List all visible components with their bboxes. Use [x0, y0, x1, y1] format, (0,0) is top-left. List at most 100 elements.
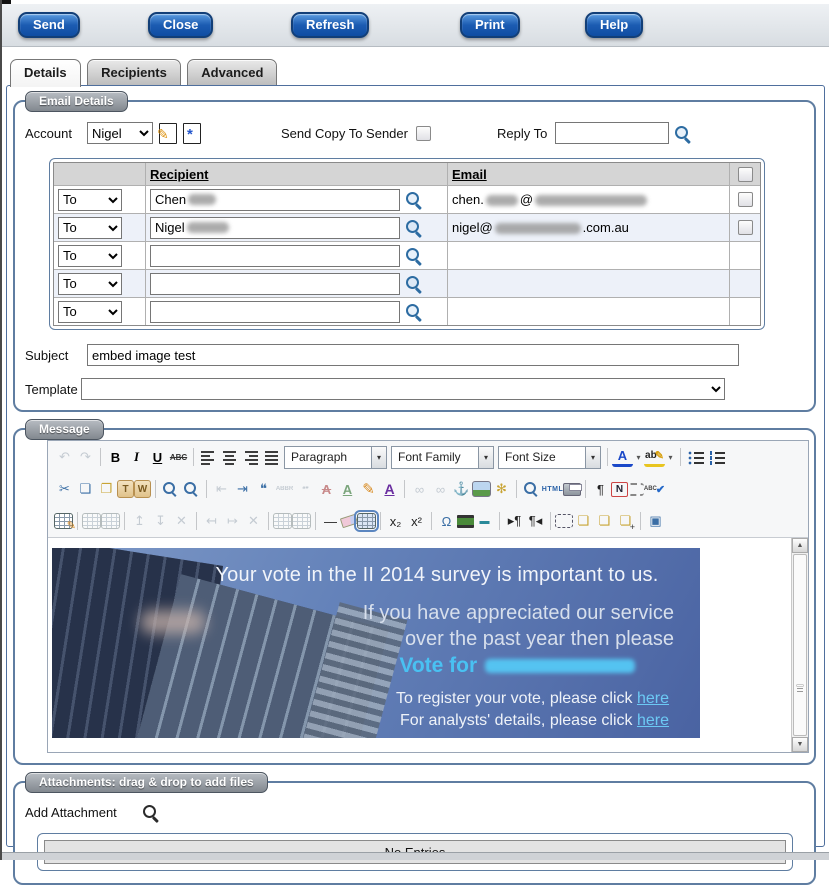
copy-icon[interactable]: ❏	[75, 479, 96, 500]
paste-text-icon[interactable]: T	[117, 480, 134, 498]
find-replace-icon[interactable]	[181, 479, 202, 500]
scroll-up-icon[interactable]: ▲	[792, 538, 808, 553]
strikethrough-icon[interactable]: ABC	[168, 447, 189, 468]
chevron-down-icon[interactable]: ▾	[371, 447, 386, 468]
recipient-type-select[interactable]: To	[58, 245, 122, 267]
nonbreaking-icon[interactable]: N	[611, 482, 628, 497]
cleanup-icon[interactable]: ✻	[491, 479, 512, 500]
tab-recipients[interactable]: Recipients	[87, 59, 181, 85]
quotation-icon[interactable]: ❝❞	[295, 479, 316, 500]
move-backward-icon[interactable]: ❏	[594, 511, 615, 532]
visual-aid-icon[interactable]	[357, 513, 376, 529]
align-left-icon[interactable]	[198, 447, 219, 468]
message-body[interactable]: Your vote in the II 2014 survey is impor…	[48, 538, 791, 752]
editor-scrollbar[interactable]: ▲ ▼	[791, 538, 808, 752]
recipient-search-icon[interactable]	[404, 302, 423, 321]
highlight-color-dropdown-icon[interactable]: ▾	[665, 447, 676, 468]
table-row-props-icon[interactable]	[82, 513, 101, 529]
visual-chars-icon[interactable]: ¶	[590, 479, 611, 500]
font-color-icon[interactable]: A	[612, 448, 633, 467]
close-button[interactable]: Close	[148, 12, 213, 38]
recipient-type-select[interactable]: To	[58, 301, 122, 323]
add-attachment-search-icon[interactable]	[141, 803, 160, 822]
undo-icon[interactable]: ↶	[54, 447, 75, 468]
move-forward-icon[interactable]: ❏	[573, 511, 594, 532]
underline-icon[interactable]: U	[147, 447, 168, 468]
recipient-checkbox[interactable]	[738, 192, 753, 207]
send-copy-checkbox[interactable]	[416, 126, 431, 141]
recipient-name-input[interactable]	[150, 301, 400, 323]
tab-details[interactable]: Details	[10, 59, 81, 87]
paste-icon[interactable]: ❐	[96, 479, 117, 500]
horizontal-rule-icon[interactable]: —	[320, 511, 341, 532]
recipient-type-select[interactable]: To	[58, 189, 122, 211]
print-icon[interactable]	[563, 483, 581, 496]
abbreviation-icon[interactable]: ABBR	[274, 479, 295, 500]
insert-row-before-icon[interactable]: ↥	[129, 511, 150, 532]
insert-row-after-icon[interactable]: ↧	[150, 511, 171, 532]
reply-to-search-icon[interactable]	[673, 124, 692, 143]
print-button[interactable]: Print	[460, 12, 520, 38]
outdent-icon[interactable]: ⇤	[211, 479, 232, 500]
insert-table-icon[interactable]	[54, 513, 73, 529]
fullscreen-icon[interactable]: ▣	[645, 511, 666, 532]
analyst-details-link[interactable]: here	[637, 712, 669, 729]
font-size-select[interactable]: Font Size▾	[498, 446, 601, 469]
template-select[interactable]	[81, 378, 725, 400]
insert-col-before-icon[interactable]: ↤	[201, 511, 222, 532]
account-select[interactable]: Nigel	[87, 122, 153, 144]
numbered-list-icon[interactable]	[706, 447, 727, 468]
reply-to-input[interactable]	[555, 122, 669, 144]
italic-icon[interactable]: I	[126, 447, 147, 468]
special-char-icon[interactable]: Ω	[436, 511, 457, 532]
recipient-name-input[interactable]: Chen	[150, 189, 400, 211]
paragraph-select[interactable]: Paragraph▾	[284, 446, 387, 469]
bold-icon[interactable]: B	[105, 447, 126, 468]
deletion-icon[interactable]: A	[316, 479, 337, 500]
font-color-dropdown-icon[interactable]: ▾	[633, 447, 644, 468]
unlink-icon[interactable]: ∞	[430, 479, 451, 500]
recipient-name-input[interactable]	[150, 273, 400, 295]
delete-col-icon[interactable]: ✕	[243, 511, 264, 532]
chevron-down-icon[interactable]: ▾	[478, 447, 493, 468]
attributes-icon[interactable]: ✎	[358, 479, 379, 500]
ltr-icon[interactable]: ▸¶	[504, 511, 525, 532]
cut-icon[interactable]: ✂	[54, 479, 75, 500]
select-all-checkbox[interactable]	[738, 167, 753, 182]
blockquote-icon[interactable]: ❝	[253, 479, 274, 500]
paste-word-icon[interactable]: W	[134, 480, 151, 498]
recipient-search-icon[interactable]	[404, 218, 423, 237]
highlight-color-icon[interactable]: ab	[644, 448, 665, 467]
preview-icon[interactable]	[521, 479, 542, 500]
subject-input[interactable]	[87, 344, 739, 366]
absolute-position-icon[interactable]	[555, 514, 573, 528]
send-button[interactable]: Send	[18, 12, 80, 38]
page-break-icon[interactable]	[628, 483, 644, 496]
bullet-list-icon[interactable]	[685, 447, 706, 468]
anchor-icon[interactable]: ⚓	[451, 479, 472, 500]
insert-layer-icon[interactable]: ❏	[615, 511, 636, 532]
recipient-search-icon[interactable]	[404, 246, 423, 265]
recipient-name-input[interactable]: Nigel	[150, 217, 400, 239]
link-icon[interactable]: ∞	[409, 479, 430, 500]
table-cell-props-icon[interactable]	[101, 513, 120, 529]
refresh-button[interactable]: Refresh	[291, 12, 369, 38]
style-props-icon[interactable]: A	[379, 479, 400, 500]
image-icon[interactable]	[472, 481, 491, 497]
delete-row-icon[interactable]: ✕	[171, 511, 192, 532]
html-source-icon[interactable]: HTML	[542, 479, 563, 500]
help-button[interactable]: Help	[585, 12, 643, 38]
merge-cells-icon[interactable]	[292, 513, 311, 529]
align-center-icon[interactable]	[219, 447, 240, 468]
find-icon[interactable]	[160, 479, 181, 500]
recipient-name-input[interactable]	[150, 245, 400, 267]
split-cells-icon[interactable]	[273, 513, 292, 529]
edit-account-icon[interactable]: ✎	[159, 123, 177, 144]
recipient-search-icon[interactable]	[404, 274, 423, 293]
media-icon[interactable]	[457, 515, 474, 528]
remove-format-icon[interactable]	[340, 514, 358, 528]
recipient-search-icon[interactable]	[404, 190, 423, 209]
recipient-type-select[interactable]: To	[58, 217, 122, 239]
rtl-icon[interactable]: ¶◂	[525, 511, 546, 532]
new-account-icon[interactable]: *	[183, 123, 201, 144]
